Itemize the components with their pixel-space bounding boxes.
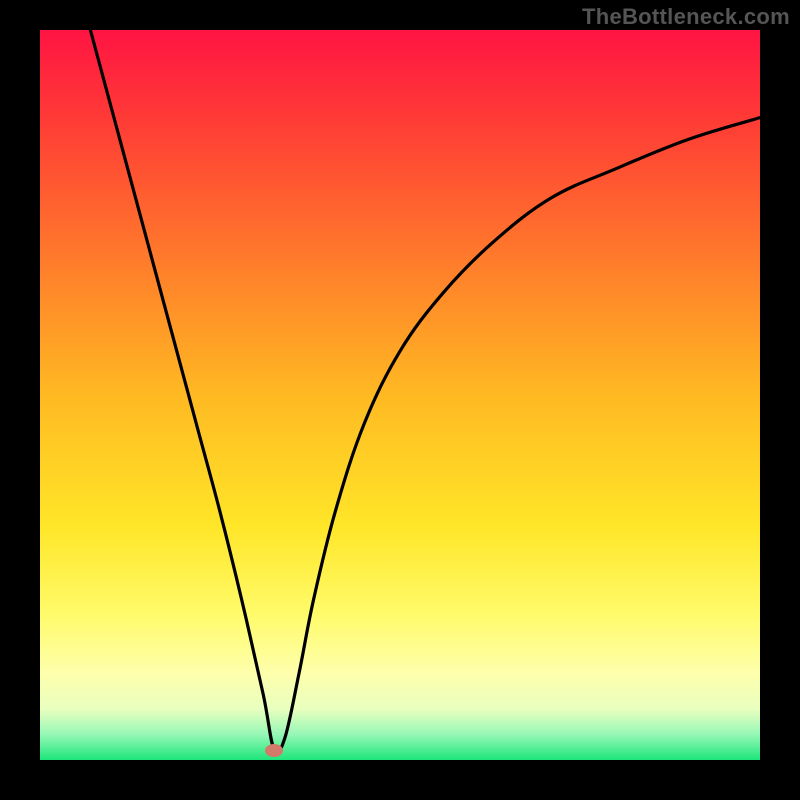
bottleneck-plot	[40, 30, 760, 760]
gradient-background	[40, 30, 760, 760]
watermark-text: TheBottleneck.com	[582, 4, 790, 30]
chart-frame: TheBottleneck.com	[0, 0, 800, 800]
optimal-marker	[265, 744, 283, 757]
